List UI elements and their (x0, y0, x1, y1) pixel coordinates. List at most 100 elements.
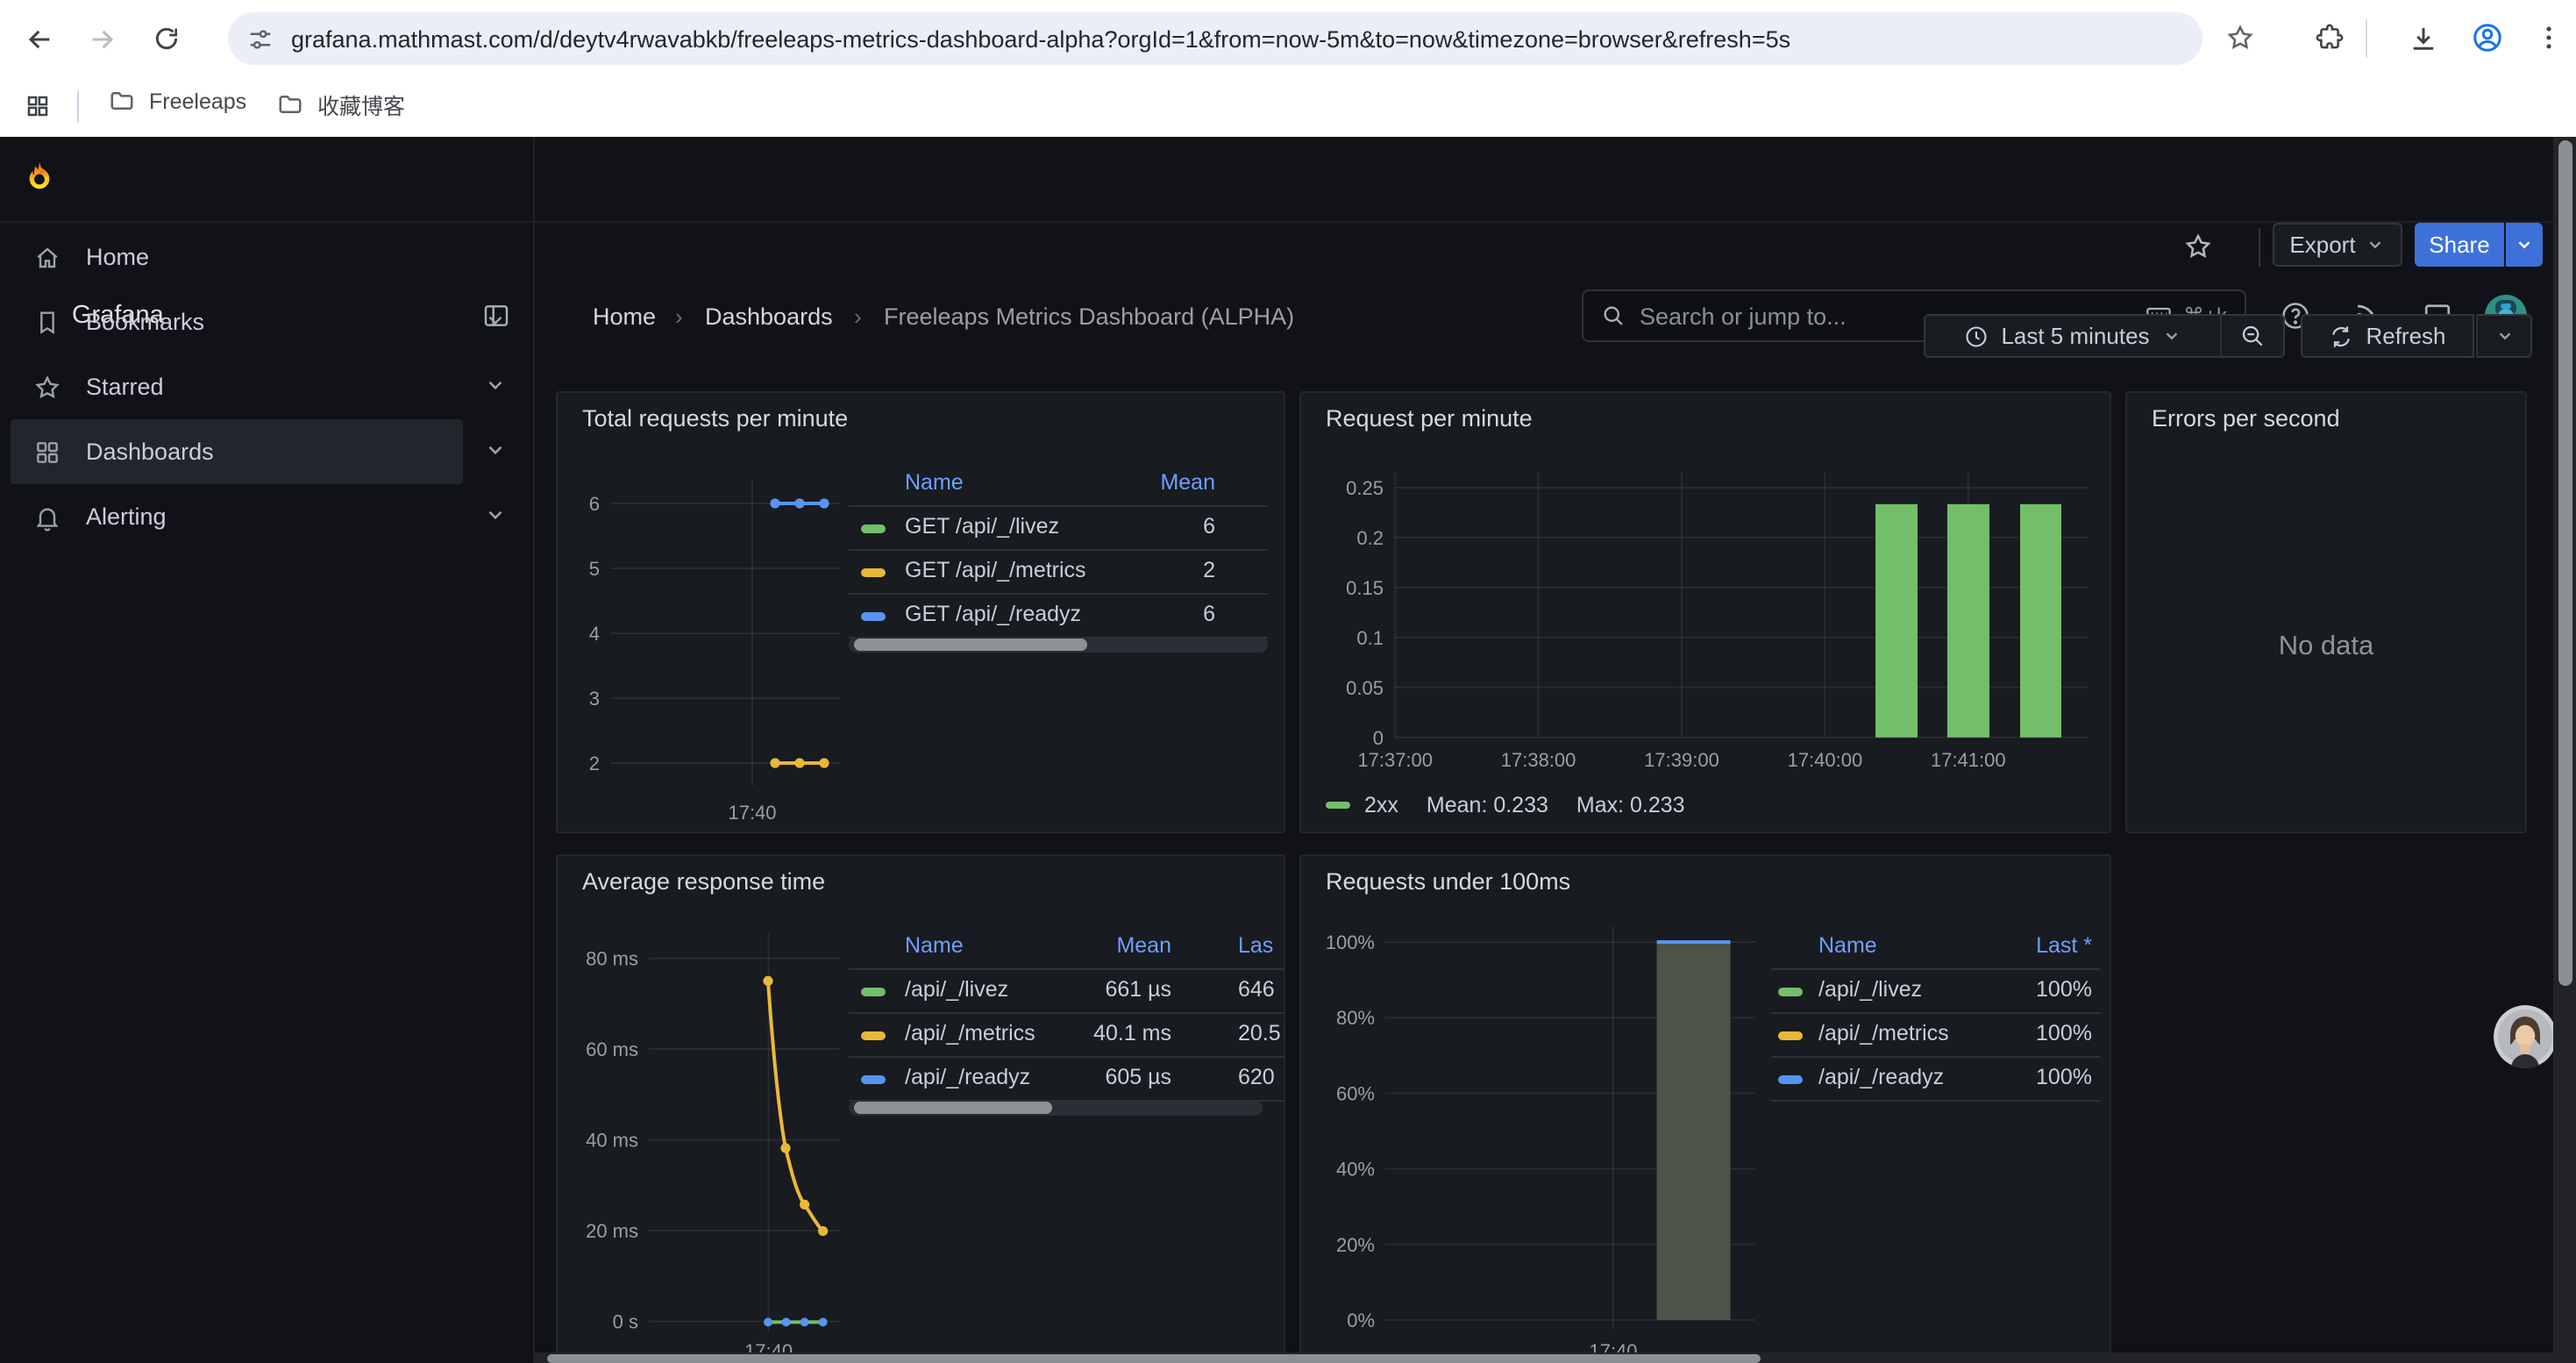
legend-row[interactable]: /api/_/readyz 605 µs 620 (849, 1058, 1285, 1102)
refresh-button[interactable]: Refresh (2301, 314, 2474, 358)
sidebar-item-starred[interactable]: Starred (11, 354, 463, 419)
dashboards-icon (33, 438, 61, 466)
legend-table: Name Mean Las /api/_/livez 661 µs 646 /a… (849, 926, 1285, 1102)
series-name[interactable]: /api/_/livez (1818, 977, 1922, 1002)
forward-icon[interactable] (88, 25, 117, 54)
horizontal-scrollbar-track[interactable] (533, 1352, 2553, 1363)
series-name[interactable]: /api/_/metrics (905, 1021, 1035, 1045)
series-max: Max: 0.233 (1576, 793, 1685, 817)
page-scrollbar-thumb[interactable] (2558, 140, 2572, 986)
legend-header-name[interactable]: Name (905, 933, 964, 958)
series-mean: 2 (1203, 558, 1215, 582)
legend-header-name[interactable]: Name (905, 470, 964, 495)
chevron-down-icon[interactable] (484, 374, 507, 396)
svg-text:0: 0 (1373, 727, 1384, 749)
series-name[interactable]: /api/_/livez (905, 977, 1008, 1002)
legend-table: Name Mean GET /api/_/livez 6 GET /api/_/… (849, 463, 1268, 639)
legend-row[interactable]: /api/_/metrics 100% (1771, 1014, 2101, 1058)
sidebar-item-label: Alerting (86, 503, 167, 530)
favorite-star-icon[interactable] (2183, 232, 2213, 261)
series-name[interactable]: GET /api/_/metrics (905, 558, 1086, 582)
legend-header-last[interactable]: Last * (2036, 933, 2092, 958)
legend-row[interactable]: GET /api/_/readyz 6 (849, 595, 1268, 639)
bookmark-folder-blogs[interactable]: 收藏博客 (277, 88, 405, 121)
chevron-down-icon[interactable] (484, 309, 507, 332)
breadcrumb-dashboards[interactable]: Dashboards (705, 303, 833, 330)
legend-row[interactable]: /api/_/livez 100% (1771, 970, 2101, 1014)
legend-header-name[interactable]: Name (1818, 933, 1877, 958)
extensions-icon[interactable] (2315, 23, 2345, 53)
legend-header-last[interactable]: Las (1238, 933, 1273, 958)
svg-text:80%: 80% (1336, 1007, 1375, 1029)
horizontal-scrollbar-thumb[interactable] (547, 1354, 1761, 1362)
svg-text:4: 4 (589, 623, 600, 645)
reload-icon[interactable] (153, 25, 181, 53)
legend-scrollbar-thumb[interactable] (854, 1102, 1052, 1114)
series-mean: 661 µs (1105, 977, 1171, 1002)
legend-header-mean[interactable]: Mean (1116, 933, 1171, 958)
legend-row[interactable]: /api/_/metrics 40.1 ms 20.5 ms (849, 1014, 1285, 1058)
svg-text:5: 5 (589, 558, 600, 580)
bookmark-folder-freeleaps[interactable]: Freeleaps (109, 88, 246, 114)
series-last: 100% (2036, 1065, 2092, 1089)
bookmark-star-icon[interactable] (2225, 23, 2255, 53)
refresh-interval-button[interactable] (2476, 314, 2532, 358)
legend-row[interactable]: GET /api/_/livez 6 (849, 507, 1268, 551)
series-name[interactable]: /api/_/readyz (1818, 1065, 1944, 1089)
export-button[interactable]: Export (2273, 223, 2402, 267)
legend-scrollbar-thumb[interactable] (854, 639, 1087, 651)
series-name[interactable]: /api/_/readyz (905, 1065, 1030, 1089)
bar-plot: 0.25 0.2 0.15 0.1 0.05 0 17:37:00 17:38:… (1301, 393, 2111, 833)
assistant-avatar[interactable] (2494, 1005, 2557, 1068)
download-icon[interactable] (2408, 23, 2439, 54)
chevron-down-icon[interactable] (484, 503, 507, 526)
back-icon[interactable] (25, 25, 54, 54)
share-button[interactable]: Share (2415, 223, 2504, 267)
toolbar-separator (2366, 19, 2367, 58)
chevron-down-icon[interactable] (484, 439, 507, 461)
url-text[interactable]: grafana.mathmast.com/d/deytv4rwavabkb/fr… (291, 25, 1790, 52)
series-name[interactable]: /api/_/metrics (1818, 1021, 1949, 1045)
bookmark-icon (33, 308, 61, 336)
breadcrumb-separator: › (675, 303, 683, 330)
legend-header-mean[interactable]: Mean (1160, 470, 1215, 495)
svg-text:17:41:00: 17:41:00 (1931, 749, 2006, 771)
series-last: 100% (2036, 1021, 2092, 1045)
sidebar-item-home[interactable]: Home (11, 225, 463, 289)
legend-row[interactable]: /api/_/readyz 100% (1771, 1058, 2101, 1102)
url-bar[interactable]: grafana.mathmast.com/d/deytv4rwavabkb/fr… (228, 12, 2202, 65)
legend[interactable]: 2xx Mean: 0.233 Max: 0.233 (1326, 793, 1685, 817)
profile-icon[interactable] (2471, 21, 2504, 54)
grafana-logo[interactable] (21, 160, 58, 196)
apps-grid-icon[interactable] (25, 93, 51, 119)
zoom-out-button[interactable] (2220, 314, 2285, 358)
svg-text:3: 3 (589, 688, 600, 710)
star-icon (33, 373, 61, 401)
page-scrollbar-track[interactable] (2553, 137, 2576, 1363)
legend-row[interactable]: /api/_/livez 661 µs 646 (849, 970, 1285, 1014)
svg-text:0.15: 0.15 (1346, 577, 1384, 599)
time-range-picker[interactable]: Last 5 minutes (1924, 314, 2222, 358)
series-name[interactable]: GET /api/_/livez (905, 514, 1059, 539)
chevron-down-icon (2162, 326, 2181, 346)
legend-row[interactable]: GET /api/_/metrics 2 (849, 551, 1268, 595)
tune-icon[interactable] (247, 25, 274, 52)
svg-text:17:40: 17:40 (728, 802, 776, 824)
series-swatch-green (1778, 988, 1803, 995)
breadcrumb-home[interactable]: Home (593, 303, 656, 330)
series-last: 646 (1238, 977, 1275, 1002)
legend-scrollbar-track[interactable] (849, 637, 1268, 653)
legend-scrollbar-track[interactable] (849, 1100, 1263, 1116)
grafana-header: Grafana Home › Dashboards › Freeleaps Me… (0, 137, 2576, 223)
series-mean: 6 (1203, 602, 1215, 626)
series-name[interactable]: 2xx (1364, 793, 1398, 817)
sidebar-item-dashboards[interactable]: Dashboards (11, 419, 463, 484)
series-name[interactable]: GET /api/_/readyz (905, 602, 1081, 626)
screen: grafana.mathmast.com/d/deytv4rwavabkb/fr… (0, 0, 2576, 1363)
panel-title[interactable]: Errors per second (2152, 405, 2340, 432)
share-menu-button[interactable] (2506, 223, 2543, 267)
legend-header: Name Mean Las (849, 926, 1285, 970)
sidebar-item-alerting[interactable]: Alerting (11, 484, 463, 549)
sidebar-item-bookmarks[interactable]: Bookmarks (11, 289, 463, 354)
browser-menu-icon[interactable] (2534, 23, 2564, 53)
